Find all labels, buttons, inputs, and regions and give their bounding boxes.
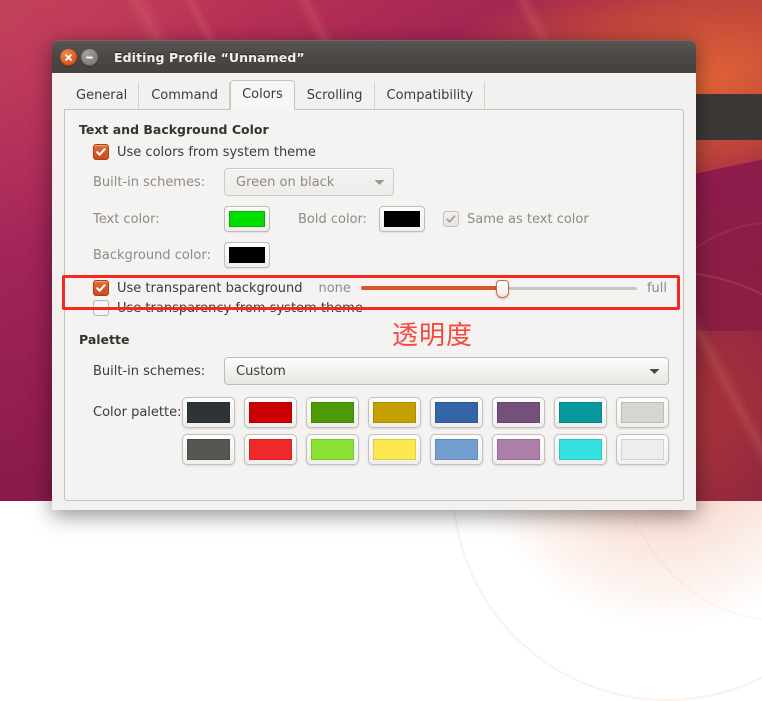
palette-color-button[interactable]: [244, 397, 297, 428]
slider-handle[interactable]: [495, 280, 509, 298]
minimize-icon[interactable]: [81, 48, 98, 66]
builtin-schemes-row: Built-in schemes: Green on black: [79, 168, 669, 196]
slider-min-label: none: [318, 280, 351, 296]
palette-color-button[interactable]: [182, 397, 235, 428]
annotation-label: 透明度: [392, 321, 474, 351]
palette-color-button[interactable]: [616, 397, 669, 428]
tab-compatibility[interactable]: Compatibility: [375, 82, 486, 109]
palette-color-swatch: [559, 439, 602, 460]
background-color-row: Background color:: [79, 242, 669, 268]
palette-color-swatch: [373, 402, 416, 423]
color-palette-row: Color palette:: [79, 397, 669, 465]
palette-builtin-schemes-label: Built-in schemes:: [93, 363, 206, 379]
palette-color-button[interactable]: [554, 397, 607, 428]
text-color-row: Text color: Bold color: Same as text col…: [79, 206, 669, 232]
palette-heading: Palette: [79, 332, 130, 347]
use-colors-from-system-theme-label: Use colors from system theme: [117, 144, 316, 160]
tab-command[interactable]: Command: [139, 82, 231, 109]
palette-color-swatch: [435, 402, 478, 423]
slider-remainder: [501, 287, 637, 290]
palette-color-swatch: [187, 402, 230, 423]
text-color-swatch: [229, 211, 265, 227]
palette-color-button[interactable]: [430, 397, 483, 428]
text-background-heading: Text and Background Color: [79, 122, 269, 137]
palette-color-button[interactable]: [306, 397, 359, 428]
use-transparency-from-system-theme-checkbox[interactable]: [93, 300, 109, 316]
palette-color-swatch: [373, 439, 416, 460]
chevron-down-icon: [649, 368, 660, 374]
dialog-titlebar[interactable]: Editing Profile “Unnamed”: [52, 40, 696, 73]
text-color-swatch-button[interactable]: [224, 206, 270, 232]
background-color-swatch: [229, 247, 265, 263]
chevron-down-icon: [374, 179, 385, 185]
window-title: Editing Profile “Unnamed”: [114, 49, 305, 65]
builtin-schemes-combo[interactable]: Green on black: [224, 168, 394, 196]
transparency-slider[interactable]: none full: [318, 280, 667, 298]
tab-general[interactable]: General: [64, 82, 140, 109]
palette-color-button[interactable]: [492, 397, 545, 428]
dialog-body: General Command Colors Scrolling Compati…: [52, 73, 696, 510]
palette-row: [182, 397, 669, 428]
tab-colors[interactable]: Colors: [230, 80, 295, 110]
palette-color-button[interactable]: [244, 434, 297, 465]
slider-track[interactable]: [360, 280, 637, 298]
palette-color-swatch: [621, 439, 664, 460]
palette-color-swatch: [435, 439, 478, 460]
close-icon[interactable]: [60, 48, 77, 66]
palette-color-button[interactable]: [430, 434, 483, 465]
palette-color-button[interactable]: [554, 434, 607, 465]
bold-color-swatch: [384, 211, 421, 227]
background-color-swatch-button[interactable]: [224, 242, 270, 268]
palette-color-swatch: [311, 402, 354, 423]
palette-color-button[interactable]: [368, 434, 421, 465]
slider-fill: [360, 286, 502, 290]
palette-color-swatch: [311, 439, 354, 460]
editing-profile-dialog: Editing Profile “Unnamed” General Comman…: [52, 40, 696, 510]
palette-color-swatch: [497, 439, 540, 460]
palette-builtin-schemes-row: Built-in schemes: Custom: [79, 357, 669, 385]
palette-color-swatch: [187, 439, 230, 460]
palette-color-swatch: [621, 402, 664, 423]
palette-color-button[interactable]: [368, 397, 421, 428]
colors-tab-page: Text and Background Color Use colors fro…: [64, 109, 684, 501]
use-colors-from-system-theme-checkbox[interactable]: [93, 144, 109, 160]
tab-scrolling[interactable]: Scrolling: [295, 82, 375, 109]
use-transparent-background-checkbox[interactable]: [93, 280, 109, 296]
slider-max-label: full: [646, 280, 667, 296]
palette-color-swatch: [249, 402, 292, 423]
background-color-label: Background color:: [93, 247, 211, 263]
bold-color-label: Bold color:: [298, 211, 368, 227]
color-palette-grid: [182, 397, 669, 465]
palette-color-swatch: [497, 402, 540, 423]
same-as-text-color-checkbox[interactable]: [443, 211, 460, 227]
use-transparent-background-label: Use transparent background: [117, 280, 303, 296]
palette-color-swatch: [559, 402, 602, 423]
palette-color-button[interactable]: [616, 434, 669, 465]
palette-color-button[interactable]: [492, 434, 545, 465]
use-colors-from-system-theme-row[interactable]: Use colors from system theme: [79, 144, 669, 160]
builtin-schemes-value: Green on black: [236, 174, 335, 190]
bold-color-swatch-button[interactable]: [379, 206, 426, 232]
palette-color-swatch: [249, 439, 292, 460]
use-transparent-background-row[interactable]: Use transparent background none full: [79, 280, 669, 298]
palette-row: [182, 434, 669, 465]
same-as-text-color-label: Same as text color: [467, 211, 589, 227]
tab-bar: General Command Colors Scrolling Compati…: [64, 80, 684, 110]
use-transparency-from-system-theme-label: Use transparency from system theme: [117, 300, 363, 316]
color-palette-label: Color palette:: [93, 405, 182, 420]
use-transparency-from-system-theme-row[interactable]: Use transparency from system theme: [79, 300, 669, 316]
palette-color-button[interactable]: [306, 434, 359, 465]
palette-color-button[interactable]: [182, 434, 235, 465]
text-color-label: Text color:: [93, 211, 160, 227]
builtin-schemes-label: Built-in schemes:: [93, 174, 206, 190]
palette-builtin-schemes-value: Custom: [236, 363, 286, 379]
palette-builtin-schemes-combo[interactable]: Custom: [224, 357, 669, 385]
